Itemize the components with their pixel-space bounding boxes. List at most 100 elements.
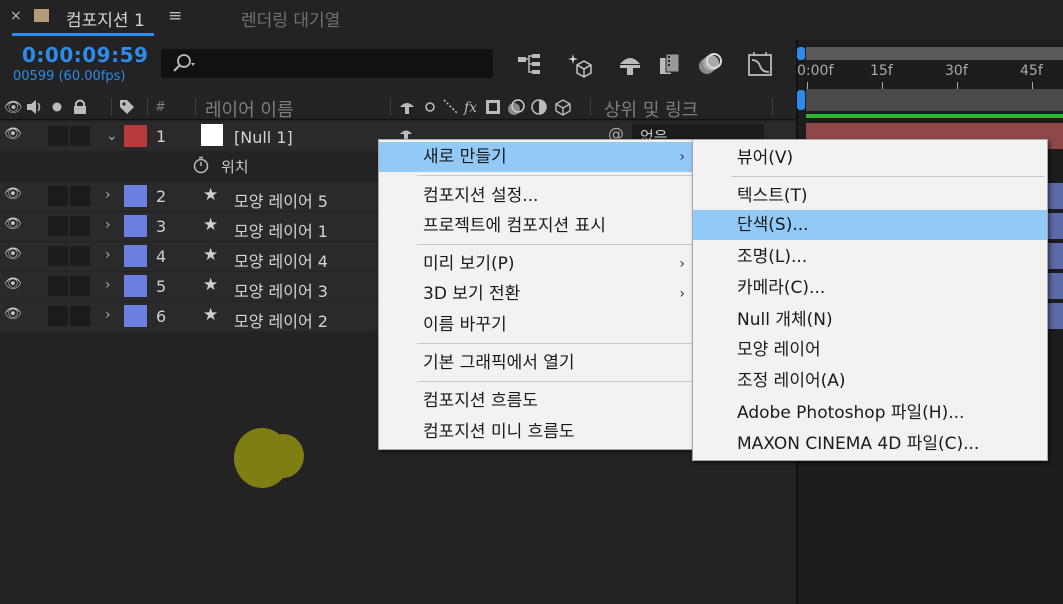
layer-label-color[interactable]: [124, 215, 147, 237]
solo-icon[interactable]: [52, 102, 62, 112]
stopwatch-icon[interactable]: [193, 156, 209, 174]
layer-search-input[interactable]: [161, 49, 493, 78]
active-tab-indicator: [12, 33, 154, 36]
lock-toggle[interactable]: [70, 276, 90, 296]
property-name-position: 위치: [221, 158, 249, 176]
menu-item-preview[interactable]: 미리 보기(P) ›: [379, 249, 695, 279]
collapse-chevron-icon[interactable]: ⌄: [106, 128, 118, 144]
submenu-arrow-icon: ›: [679, 256, 685, 272]
ruler-label: 45f: [1020, 63, 1043, 79]
video-visibility-icon[interactable]: 👁: [4, 98, 23, 116]
submenu-item-solid[interactable]: 단색(S)...: [693, 210, 1047, 240]
menu-separator: [731, 176, 1045, 177]
submenu-item-cinema4d-file[interactable]: MAXON CINEMA 4D 파일(C)...: [693, 429, 1047, 459]
svg-text:fx: fx: [463, 100, 477, 116]
tab-composition[interactable]: 컴포지션 1: [66, 6, 145, 31]
context-menu: 새로 만들기 › 컴포지션 설정... 프로젝트에 컴포지션 표시 미리 보기(P…: [378, 139, 696, 450]
playhead-handle[interactable]: [797, 90, 805, 110]
column-divider: [772, 98, 773, 116]
solo-toggle[interactable]: [48, 306, 68, 326]
menu-item-rename[interactable]: 이름 바꾸기: [379, 310, 695, 340]
layer-name[interactable]: [Null 1]: [234, 128, 293, 147]
close-tab-icon[interactable]: ×: [10, 8, 22, 24]
shy-layers-icon[interactable]: [616, 50, 644, 78]
visibility-eye-icon[interactable]: 👁: [4, 126, 22, 142]
menu-item-composition-flowchart[interactable]: 컴포지션 흐름도: [379, 386, 695, 416]
submenu-item-text[interactable]: 텍스트(T): [693, 181, 1047, 211]
layer-label-color[interactable]: [124, 245, 147, 267]
visibility-eye-icon[interactable]: 👁: [4, 306, 22, 322]
audio-icon[interactable]: [26, 99, 44, 115]
layer-switches-icons[interactable]: fx: [398, 98, 588, 116]
layer-number: 2: [156, 187, 167, 206]
current-time-display[interactable]: 0:00:09:59: [22, 43, 148, 67]
tab-render-queue[interactable]: 렌더링 대기열: [241, 6, 340, 31]
menu-item-composition-settings[interactable]: 컴포지션 설정...: [379, 181, 695, 211]
search-icon[interactable]: [170, 52, 200, 74]
layer-number: 1: [156, 127, 167, 146]
layer-number: 5: [156, 277, 167, 296]
visibility-eye-icon[interactable]: 👁: [4, 246, 22, 262]
layer-name[interactable]: 모양 레이어 1: [234, 218, 328, 242]
layer-name[interactable]: 모양 레이어 3: [234, 278, 328, 302]
lock-toggle[interactable]: [70, 126, 90, 146]
layer-label-color[interactable]: [124, 125, 147, 147]
submenu-item-photoshop-file[interactable]: Adobe Photoshop 파일(H)...: [693, 398, 1047, 428]
menu-item-open-essential-graphics[interactable]: 기본 그래픽에서 열기: [379, 348, 695, 378]
shape-layer-star-icon: ★: [203, 215, 219, 235]
layer-name[interactable]: 모양 레이어 2: [234, 308, 328, 332]
menu-item-reveal-in-project[interactable]: 프로젝트에 컴포지션 표시: [379, 211, 695, 241]
work-area-bar[interactable]: [806, 47, 1063, 60]
layer-label-color[interactable]: [124, 305, 147, 327]
composition-icon: [34, 9, 49, 22]
submenu-arrow-icon: ›: [679, 149, 685, 165]
layer-name-header[interactable]: 레이어 이름: [205, 96, 294, 122]
layer-number: 6: [156, 307, 167, 326]
expand-chevron-icon[interactable]: ›: [105, 187, 111, 203]
composition-flowchart-icon[interactable]: [515, 50, 543, 78]
expand-chevron-icon[interactable]: ›: [105, 307, 111, 323]
lock-toggle[interactable]: [70, 246, 90, 266]
solo-toggle[interactable]: [48, 276, 68, 296]
shy-switch-icon[interactable]: [400, 126, 412, 140]
frame-blending-icon[interactable]: [656, 50, 684, 78]
layer-label-color[interactable]: [124, 185, 147, 207]
time-navigator[interactable]: [806, 89, 1063, 111]
solo-toggle[interactable]: [48, 246, 68, 266]
lock-toggle[interactable]: [70, 216, 90, 236]
ruler-label: 0:00f: [797, 63, 834, 79]
expand-chevron-icon[interactable]: ›: [105, 247, 111, 263]
layer-name[interactable]: 모양 레이어 5: [234, 188, 328, 212]
solo-toggle[interactable]: [48, 186, 68, 206]
panel-menu-icon[interactable]: ≡: [168, 6, 182, 26]
solo-toggle[interactable]: [48, 216, 68, 236]
menu-item-composition-mini-flowchart[interactable]: 컴포지션 미니 흐름도: [379, 417, 695, 447]
submenu-item-null-object[interactable]: Null 개체(N): [693, 305, 1047, 335]
graph-editor-icon[interactable]: [746, 50, 774, 78]
menu-separator: [417, 175, 693, 176]
submenu-item-shape-layer[interactable]: 모양 레이어: [693, 335, 1047, 365]
submenu-item-camera[interactable]: 카메라(C)...: [693, 273, 1047, 303]
menu-item-switch-3d-view[interactable]: 3D 보기 전환 ›: [379, 279, 695, 309]
layer-name[interactable]: 모양 레이어 4: [234, 248, 328, 272]
expand-chevron-icon[interactable]: ›: [105, 217, 111, 233]
label-icon[interactable]: [118, 98, 136, 116]
expand-chevron-icon[interactable]: ›: [105, 277, 111, 293]
lock-icon[interactable]: [73, 99, 87, 115]
work-area-start-handle[interactable]: [797, 47, 805, 60]
column-divider: [390, 98, 391, 116]
submenu-item-viewer[interactable]: 뷰어(V): [693, 143, 1047, 173]
visibility-eye-icon[interactable]: 👁: [4, 186, 22, 202]
visibility-eye-icon[interactable]: 👁: [4, 276, 22, 292]
layer-label-color[interactable]: [124, 275, 147, 297]
lock-toggle[interactable]: [70, 306, 90, 326]
draft-3d-icon[interactable]: [565, 50, 593, 78]
submenu-item-light[interactable]: 조명(L)...: [693, 242, 1047, 272]
motion-blur-icon[interactable]: [696, 50, 724, 78]
lock-toggle[interactable]: [70, 186, 90, 206]
submenu-item-adjustment-layer[interactable]: 조정 레이어(A): [693, 366, 1047, 396]
ruler-label: 30f: [945, 63, 968, 79]
menu-item-new[interactable]: 새로 만들기 ›: [379, 142, 695, 172]
solo-toggle[interactable]: [48, 126, 68, 146]
visibility-eye-icon[interactable]: 👁: [4, 216, 22, 232]
